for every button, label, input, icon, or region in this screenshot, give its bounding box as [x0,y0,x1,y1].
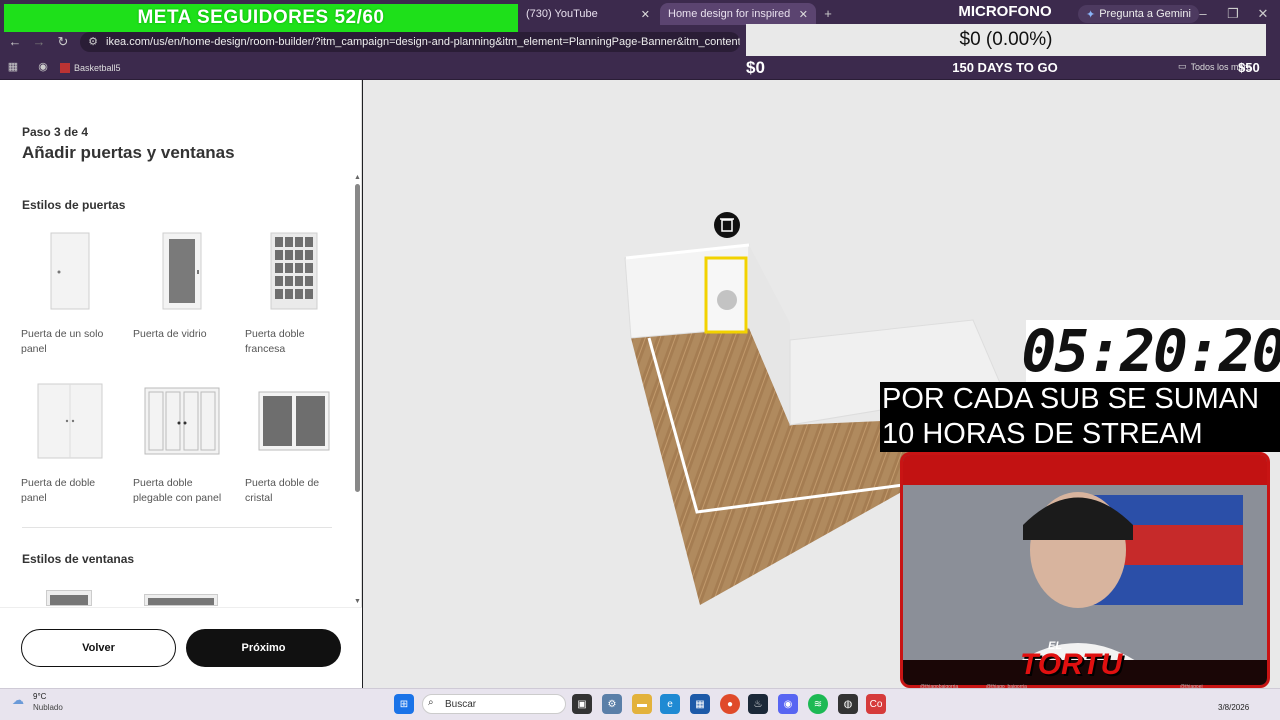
close-icon[interactable]: ✕ [641,8,650,21]
settings-icon[interactable]: ⚙ [602,694,622,714]
spotify-icon[interactable]: ≋ [808,694,828,714]
bookmark-basketball[interactable]: Basketball5 [60,61,121,75]
app-co-icon[interactable]: Co [866,694,886,714]
delete-icon[interactable] [714,212,740,238]
window-style-1[interactable] [46,590,92,606]
weather-cloud-icon: ☁ [12,693,24,707]
new-tab-icon[interactable]: + [820,6,836,21]
page-title: Añadir puertas y ventanas [22,143,235,162]
doors-heading: Estilos de puertas [22,198,126,212]
url-text: ikea.com/us/en/home-design/room-builder/… [106,36,740,48]
gemini-button[interactable]: ✦ Pregunta a Gemini [1078,5,1199,23]
door-label: Puerta de vidrio [133,328,207,340]
gemini-label: Pregunta a Gemini [1099,8,1191,20]
brand-logo-text: TORTU [1020,648,1123,681]
scroll-up-icon[interactable]: ▲ [354,174,361,181]
sub-line-1: POR CADA SUB SE SUMAN [882,383,1260,415]
tab-ikea[interactable]: Home design for inspired living ✕ [660,3,816,25]
sub-announcement: POR CADA SUB SE SUMAN 10 HORAS DE STREAM [880,382,1280,452]
section-divider [22,527,332,528]
site-info-icon[interactable]: ⚙ [86,35,100,48]
steam-icon[interactable]: ♨ [748,694,768,714]
donation-current: $0 [746,58,765,77]
taskbar-search[interactable]: Buscar [422,694,566,714]
forward-arrow-icon[interactable]: → [32,34,46,49]
edge-icon[interactable]: e [660,694,680,714]
minimize-icon[interactable]: – [1196,6,1210,21]
double-glass-door-icon [258,391,330,451]
tab-youtube[interactable]: (730) YouTube ✕ [518,3,658,25]
door-glass[interactable] [140,230,224,312]
door-double-panel[interactable] [28,380,112,462]
maximize-icon[interactable]: ❐ [1226,6,1240,22]
double-panel-door-icon [37,383,103,459]
donation-days-left: 150 DAYS TO GO [952,60,1058,75]
next-button[interactable]: Próximo [186,629,341,667]
chrome-icon[interactable]: ● [720,694,740,714]
donation-goal: $50 [1238,60,1260,75]
globe-icon[interactable]: ◉ [36,60,50,73]
task-view-icon[interactable]: ▣ [572,694,592,714]
back-button[interactable]: Volver [21,629,176,667]
bookmark-label: Basketball5 [74,63,121,73]
tab-label: (730) YouTube [526,8,598,20]
door-bifold[interactable] [140,380,224,462]
search-label: Buscar [445,698,477,710]
bifold-door-icon [144,387,220,455]
back-arrow-icon[interactable]: ← [8,34,22,49]
french-door-icon [270,232,318,310]
window-pane [50,595,88,605]
single-panel-door-icon [50,232,90,310]
windows-heading: Estilos de ventanas [22,552,135,566]
door-french[interactable] [252,230,336,312]
door-label: Puerta de un solo panel [21,328,104,355]
glass-door-icon [162,232,202,310]
follower-goal-banner: META SEGUIDORES 52/60 [4,4,518,32]
window-style-2[interactable] [144,594,218,606]
sub-line-2: 10 HORAS DE STREAM [882,418,1203,450]
weather-condition: Nublado [33,703,63,712]
donation-progress: $0 (0.00%) [746,24,1266,56]
windows-start-icon[interactable]: ⊞ [394,694,414,714]
door-double-glass[interactable] [252,380,336,462]
sparkle-icon: ✦ [1086,8,1096,21]
door-label: Puerta doble plegable con panel [133,477,222,504]
close-icon[interactable]: ✕ [799,8,808,21]
close-window-icon[interactable]: ✕ [1256,6,1270,22]
discord-icon[interactable]: ◉ [778,694,798,714]
reload-icon[interactable]: ↻ [56,34,70,50]
door-single-panel[interactable] [28,230,112,312]
apps-grid-icon[interactable]: ▦ [6,60,20,73]
taskbar-date: 3/8/2026 [1218,703,1250,712]
bookmark-favicon-icon [60,63,70,73]
bookmarks-bar [0,56,1280,80]
url-field[interactable]: ikea.com/us/en/home-design/room-builder/… [80,32,740,52]
file-explorer-icon[interactable]: ▬ [632,694,652,714]
scrollbar-thumb[interactable] [355,184,360,492]
stream-timer: 05:20:20 [1021,317,1280,385]
microphone-label: MICROFONO [958,3,1052,20]
folder-icon: ▭ [1178,61,1187,71]
search-icon: ⌕ [428,697,434,708]
obs-icon[interactable]: ◍ [838,694,858,714]
door-label: Puerta doble francesa [245,328,305,355]
tab-label: Home design for inspired living [668,8,792,20]
scroll-down-icon[interactable]: ▼ [354,598,361,605]
weather-temp: 9°C [33,692,47,701]
door-label: Puerta doble de cristal [245,477,320,504]
move-handle-icon[interactable] [717,290,737,310]
window-pane [148,598,214,605]
step-indicator: Paso 3 de 4 [22,125,89,139]
door-label: Puerta de doble panel [21,477,96,504]
store-icon[interactable]: ▦ [690,694,710,714]
